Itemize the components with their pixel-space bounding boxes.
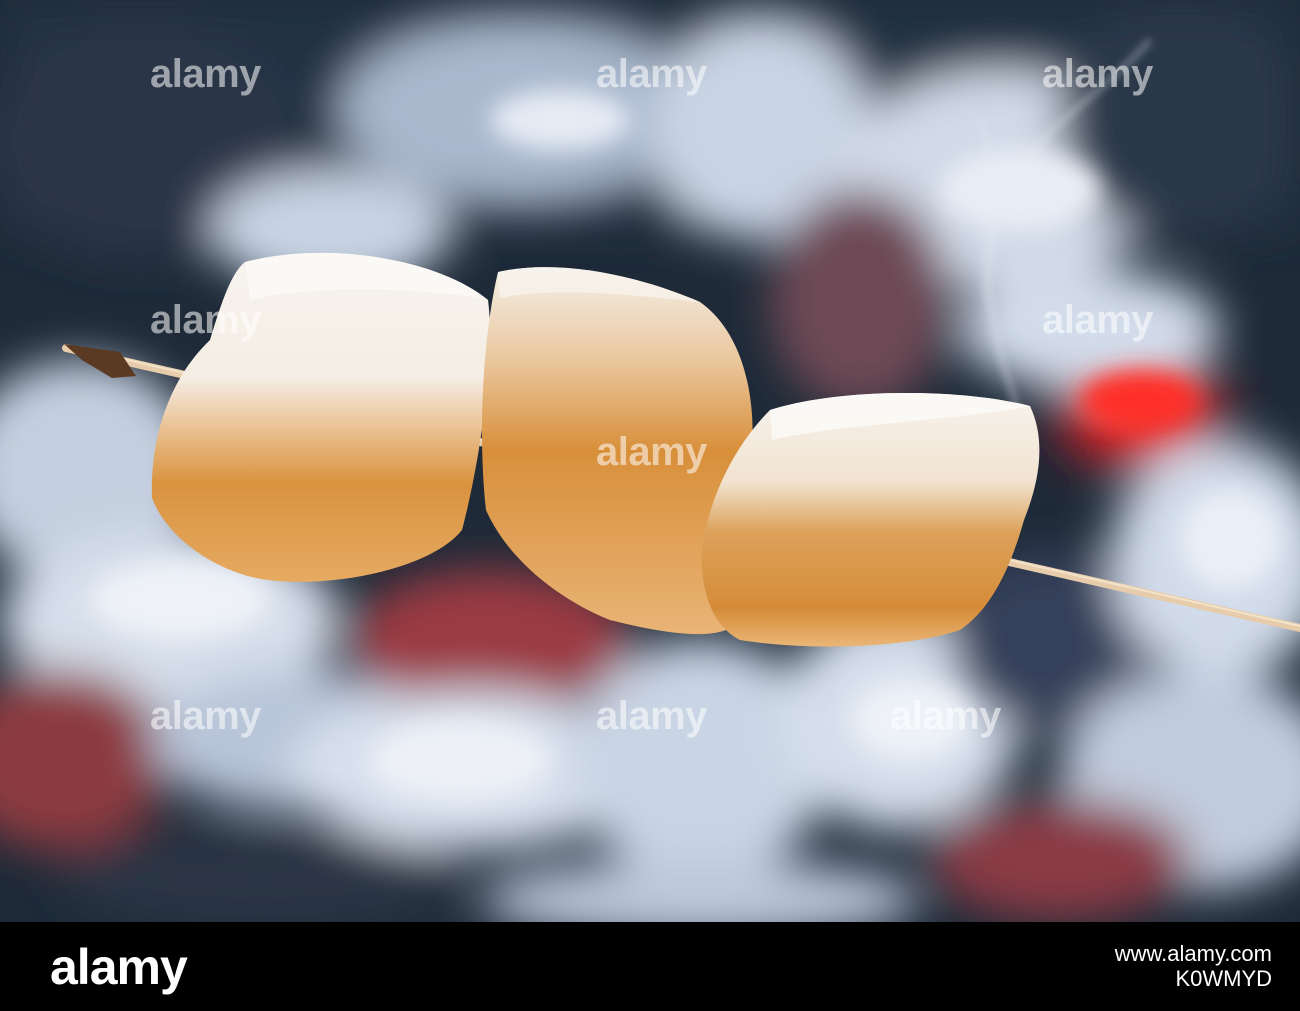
photo-illustration xyxy=(0,0,1300,922)
brand-logo: alamy xyxy=(50,938,188,995)
image-id-code: K0WMYD xyxy=(1175,965,1272,991)
stock-footer-bar: alamy www.alamy.com K0WMYD xyxy=(0,922,1300,1011)
photo: alamy alamy alamy alamy alamy alamy alam… xyxy=(0,0,1300,922)
image-id-site: www.alamy.com xyxy=(1114,941,1272,967)
image-id-block: www.alamy.com K0WMYD xyxy=(1114,941,1272,991)
